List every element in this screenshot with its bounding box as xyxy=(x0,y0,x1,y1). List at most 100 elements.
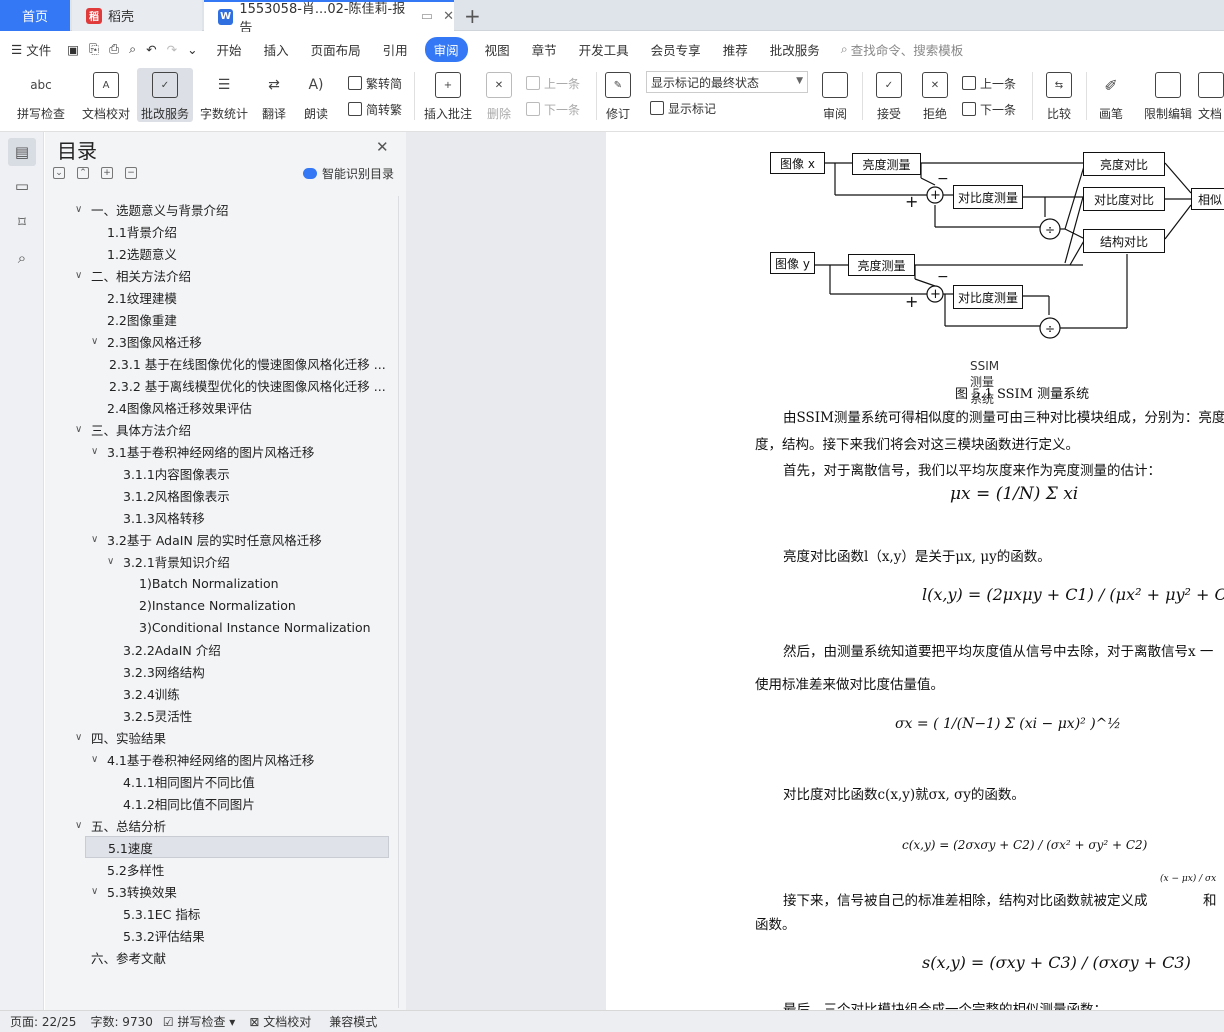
correction-button[interactable]: ✓ 批改服务 xyxy=(137,68,193,122)
doc-rights-button[interactable]: 文档 xyxy=(1198,68,1224,122)
toc-item[interactable]: 1)Batch Normalization xyxy=(123,572,385,594)
menu-chapter[interactable]: 章节 xyxy=(521,40,568,59)
toc-item[interactable]: 3.1.2风格图像表示 xyxy=(107,484,385,506)
chapter-icon[interactable]: ▭ xyxy=(8,172,36,200)
chevron-down-icon[interactable]: ∨ xyxy=(75,732,89,743)
toc-item[interactable]: ∨ 3.1基于卷积神经网络的图片风格迁移 xyxy=(91,440,385,462)
chevron-down-icon[interactable]: ∨ xyxy=(75,204,89,215)
save-icon[interactable]: ▣ xyxy=(62,42,84,57)
pen-button[interactable]: ✐ 画笔 xyxy=(1094,68,1128,122)
menu-insert[interactable]: 插入 xyxy=(253,40,300,59)
remove-heading-icon[interactable]: − xyxy=(125,167,137,179)
add-heading-icon[interactable]: + xyxy=(101,167,113,179)
chevron-down-icon[interactable]: ∨ xyxy=(75,424,89,435)
tab-document[interactable]: W 1553058-肖...02-陈佳莉-报告 ▭ ✕ xyxy=(204,0,454,36)
toc-item[interactable]: 3.2.5灵活性 xyxy=(107,704,385,726)
restrict-edit-button[interactable]: 限制编辑 xyxy=(1140,68,1196,122)
more-icon[interactable]: ⌄ xyxy=(182,42,205,57)
bookmark-icon[interactable]: ⌑ xyxy=(8,208,36,236)
chevron-down-icon[interactable]: ∨ xyxy=(107,556,121,567)
toc-item[interactable]: 5.2多样性 xyxy=(91,858,385,880)
doc-proof-status[interactable]: ⊠ 文档校对 xyxy=(249,1013,311,1030)
close-tab-icon[interactable]: ✕ xyxy=(443,9,454,24)
toc-item[interactable]: ∨ 5.3转换效果 xyxy=(91,880,385,902)
toc-item[interactable]: ∨ 三、具体方法介绍 xyxy=(75,418,385,440)
reject-button[interactable]: ✕ 拒绝 xyxy=(916,68,954,122)
chevron-down-icon[interactable]: ∨ xyxy=(75,820,89,831)
redo-icon[interactable]: ↷ xyxy=(162,42,182,57)
translate-button[interactable]: ⇄ 翻译 xyxy=(254,68,294,122)
toc-item[interactable]: 2.2图像重建 xyxy=(91,308,385,330)
close-icon[interactable]: ✕ xyxy=(376,138,389,156)
chevron-down-icon[interactable]: ∨ xyxy=(91,886,105,897)
prev-comment-button[interactable]: 上一条 xyxy=(526,72,580,94)
menu-reference[interactable]: 引用 xyxy=(372,40,419,59)
revise-button[interactable]: ✎ 修订 xyxy=(600,68,636,122)
chevron-down-icon[interactable]: ∨ xyxy=(91,336,105,347)
word-count-indicator[interactable]: 字数: 9730 xyxy=(90,1013,152,1030)
toc-item[interactable]: 3.1.1内容图像表示 xyxy=(107,462,385,484)
print-icon[interactable]: ⎙ xyxy=(104,41,124,57)
toc-item[interactable]: 3.2.4训练 xyxy=(107,682,385,704)
toc-item[interactable]: 1.2选题意义 xyxy=(91,242,385,264)
toc-item[interactable]: 3.2.2AdaIN 介绍 xyxy=(107,638,385,660)
toc-item[interactable]: 3.2.3网络结构 xyxy=(107,660,385,682)
chevron-down-icon[interactable]: ∨ xyxy=(75,270,89,281)
toc-item[interactable]: 1.1背景介绍 xyxy=(91,220,385,242)
toc-icon[interactable]: ▤ xyxy=(8,138,36,166)
simp-to-trad-button[interactable]: 简转繁 xyxy=(348,98,402,120)
toc-item[interactable]: ∨ 一、选题意义与背景介绍 xyxy=(75,198,385,220)
undo-icon[interactable]: ↶ xyxy=(141,42,161,57)
insert-comment-button[interactable]: + 插入批注 xyxy=(422,68,474,122)
hamburger-icon[interactable]: ☰ xyxy=(0,42,26,57)
menu-review[interactable]: 审阅 xyxy=(424,36,468,62)
find-icon[interactable]: ⌕ xyxy=(8,244,36,272)
toc-item[interactable]: 5.3.2评估结果 xyxy=(107,924,385,946)
toc-item[interactable]: 5.3.1EC 指标 xyxy=(107,902,385,924)
toc-item[interactable]: ∨ 五、总结分析 xyxy=(75,814,385,836)
review-pane-button[interactable]: 审阅 xyxy=(816,68,854,122)
expand-up-icon[interactable]: ⌃ xyxy=(77,167,89,179)
toc-item[interactable]: 4.1.1相同图片不同比值 xyxy=(107,770,385,792)
chevron-down-icon[interactable]: ∨ xyxy=(91,446,105,457)
spell-check-button[interactable]: abc 拼写检查 xyxy=(10,68,72,122)
toc-item[interactable]: 3)Conditional Instance Normalization xyxy=(123,616,385,638)
show-markup-button[interactable]: 显示标记 xyxy=(650,97,716,119)
toc-item[interactable]: 六、参考文献 xyxy=(75,946,385,968)
collapse-all-icon[interactable]: ⌄ xyxy=(53,167,65,179)
spell-check-status[interactable]: ☑ 拼写检查 ▾ xyxy=(163,1013,235,1030)
word-count-button[interactable]: ☰ 字数统计 xyxy=(198,68,250,122)
search-icon[interactable]: ⌕ xyxy=(841,41,848,57)
menu-devtools[interactable]: 开发工具 xyxy=(568,40,640,59)
menu-layout[interactable]: 页面布局 xyxy=(300,40,372,59)
tab-monitor-icon[interactable]: ▭ xyxy=(421,9,433,24)
toc-item[interactable]: 2.3.2 基于离线模型优化的快速图像风格化迁移 ... xyxy=(107,374,385,396)
toc-item[interactable]: 2.1纹理建模 xyxy=(91,286,385,308)
toc-item[interactable]: 2.3.1 基于在线图像优化的慢速图像风格化迁移 ... xyxy=(107,352,385,374)
prev-change-button[interactable]: 上一条 xyxy=(962,72,1016,94)
page-indicator[interactable]: 页面: 22/25 xyxy=(10,1013,76,1030)
tab-daoke[interactable]: 稻稻壳 xyxy=(72,0,202,31)
next-change-button[interactable]: 下一条 xyxy=(962,98,1016,120)
toc-item[interactable]: 3.1.3风格转移 xyxy=(107,506,385,528)
export-icon[interactable]: ⎘ xyxy=(84,41,104,57)
new-tab-button[interactable]: + xyxy=(458,0,488,31)
read-aloud-button[interactable]: A) 朗读 xyxy=(298,68,334,122)
menu-view[interactable]: 视图 xyxy=(474,40,521,59)
toc-item[interactable]: ∨ 2.3图像风格迁移 xyxy=(91,330,385,352)
print-preview-icon[interactable]: ⌕ xyxy=(124,41,141,57)
toc-item[interactable]: 2.4图像风格迁移效果评估 xyxy=(91,396,385,418)
toc-scrollbar[interactable] xyxy=(398,196,399,1008)
menu-file[interactable]: 文件 xyxy=(26,40,62,59)
delete-comment-button[interactable]: ✕ 删除 xyxy=(480,68,518,122)
accept-button[interactable]: ✓ 接受 xyxy=(870,68,908,122)
toc-item[interactable]: ∨ 3.2基于 AdaIN 层的实时任意风格迁移 xyxy=(91,528,385,550)
doc-proof-button[interactable]: A 文档校对 xyxy=(78,68,134,122)
toc-item[interactable]: 4.1.2相同比值不同图片 xyxy=(107,792,385,814)
menu-member[interactable]: 会员专享 xyxy=(640,40,712,59)
toc-item[interactable]: 2)Instance Normalization xyxy=(123,594,385,616)
command-search[interactable]: 查找命令、搜索模板 xyxy=(851,40,964,59)
toc-item[interactable]: ∨ 3.2.1背景知识介绍 xyxy=(107,550,385,572)
toc-item[interactable]: 5.1速度 xyxy=(85,836,389,858)
next-comment-button[interactable]: 下一条 xyxy=(526,98,580,120)
